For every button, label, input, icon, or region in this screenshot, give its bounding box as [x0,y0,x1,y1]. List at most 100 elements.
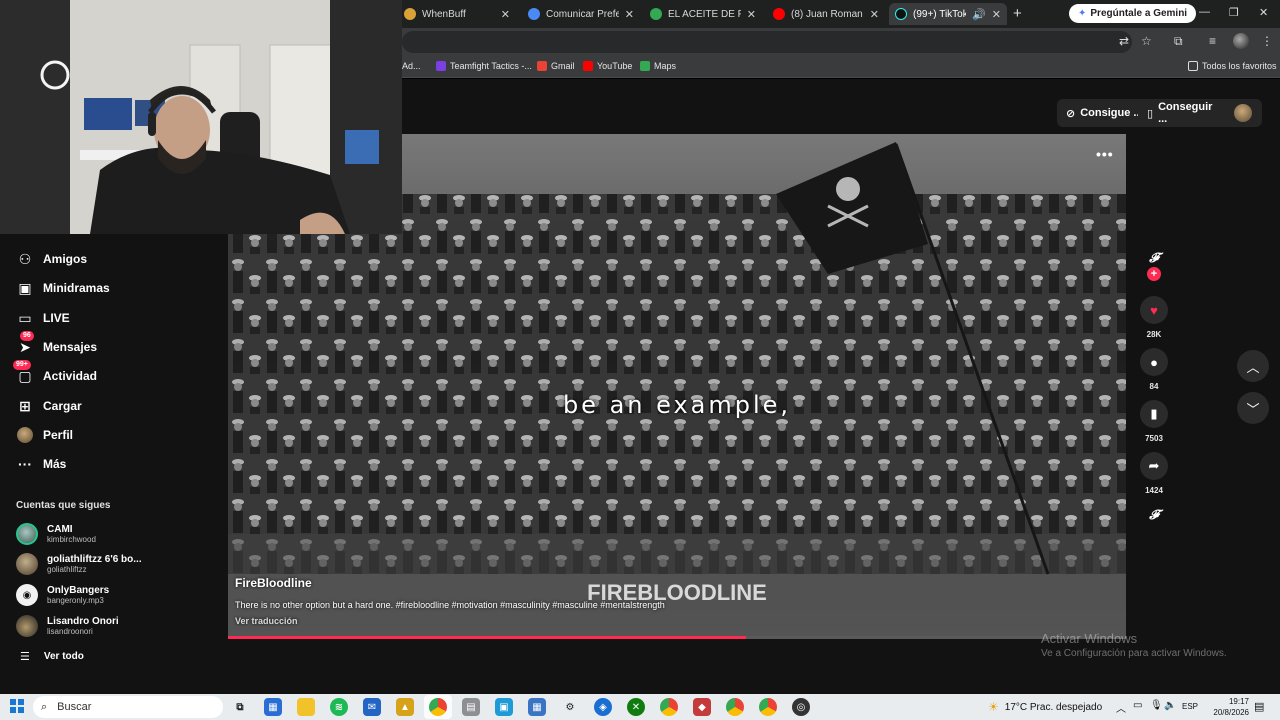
video-description: There is no other option but a hard one.… [235,600,665,610]
app-icon[interactable]: ▤ [462,698,480,716]
get-app-button[interactable]: ▯ Conseguir ... [1138,99,1224,127]
sidebar-item-label: Amigos [43,252,88,266]
file-explorer-icon[interactable] [297,698,315,716]
comment-icon[interactable]: ● [1140,348,1168,376]
comment-action[interactable]: ● 84 [1140,348,1168,391]
heart-icon[interactable]: ♥ [1140,296,1168,324]
calculator-icon[interactable]: ▦ [528,698,546,716]
tab-close-icon[interactable]: ✕ [747,8,756,21]
following-account[interactable]: Lisandro Onori lisandroonori [16,613,119,639]
tab-close-icon[interactable]: ✕ [625,8,634,21]
previous-video-button[interactable]: ︿ [1237,350,1269,382]
volume-icon[interactable]: 🔈 [1164,700,1176,711]
window-close-icon[interactable]: ✕ [1259,6,1268,19]
bookmark-item[interactable]: Ad... [402,61,421,71]
video-author[interactable]: FireBloodline [235,576,312,590]
sidebar-item-mensajes[interactable]: ➤ 96 Mensajes [16,331,97,358]
browser-tab[interactable]: EL ACEITE DE PESCAD ✕ [644,3,762,25]
share-action[interactable]: ➦ 1424 [1140,452,1168,495]
translate-icon[interactable]: ⇄ [1119,34,1129,48]
video-progress-bar[interactable] [228,636,1126,639]
mail-icon[interactable]: ✉ [363,698,381,716]
browser-menu-icon[interactable]: ⋮ [1261,34,1273,48]
sidebar-item-mas[interactable]: ··· Más [16,453,66,475]
bookmark-item[interactable]: YouTube [583,61,632,71]
app-icon[interactable]: ▲ [396,698,414,716]
spotify-icon[interactable]: ≋ [330,698,348,716]
gemini-button[interactable]: ✦ Pregúntale a Gemini [1069,4,1197,23]
app-icon[interactable]: ▣ [495,698,513,716]
following-account[interactable]: CAMI kimbirchwood [16,521,96,547]
tab-close-icon[interactable]: ✕ [992,8,1001,21]
bookmark-item[interactable]: Maps [640,61,676,71]
clock-date: 20/8/2026 [1213,708,1249,717]
browser-tab-active[interactable]: (99+) TikTok - Ma 🔊 ✕ [889,3,1007,25]
browser-tab[interactable]: (8) Juan Roman Riqu ✕ [767,3,885,25]
sidebar-item-minidramas[interactable]: ▣ Minidramas [16,277,110,299]
speaker-icon[interactable]: 🔊 [972,8,986,21]
following-account[interactable]: goliathliftzz 6'6 bo... goliathliftzz [16,551,142,577]
sidebar-item-amigos[interactable]: ⚇ Amigos [16,248,87,270]
chrome-icon[interactable] [429,698,447,716]
minimize-icon[interactable]: — [1199,6,1210,18]
all-bookmarks[interactable]: Todos los favoritos [1188,61,1277,71]
new-tab-icon[interactable]: + [1013,5,1022,22]
avatar [16,615,38,637]
upload-icon: ⊞ [19,397,31,414]
extensions-icon[interactable]: ⧉ [1174,34,1183,49]
browser-tab[interactable]: WhenBuff ✕ [398,3,516,25]
xbox-icon[interactable]: ✕ [627,698,645,716]
see-all-button[interactable]: ☰ Ver todo [20,650,84,663]
share-icon[interactable]: ➦ [1140,452,1168,480]
see-translation-link[interactable]: Ver traducción [235,616,298,626]
omnibox[interactable] [402,31,1132,53]
bookmark-star-icon[interactable]: ☆ [1141,34,1152,48]
tab-close-icon[interactable]: ✕ [870,8,879,21]
sidebar-item-label: LIVE [43,311,70,325]
store-icon[interactable]: ▦ [264,698,282,716]
sidebar-item-label: Cargar [43,399,82,413]
chrome-icon[interactable] [759,698,777,716]
chrome-icon[interactable] [726,698,744,716]
coin-icon: ⊘ [1066,107,1076,120]
sidebar-item-live[interactable]: ▭ LIVE [16,307,70,329]
restore-icon[interactable]: ❐ [1229,6,1239,19]
task-view-icon[interactable]: ⧉ [231,698,249,716]
app-icon[interactable]: ◎ [792,698,810,716]
more-options-icon[interactable]: ••• [1096,146,1114,162]
tray-app-icon[interactable]: ▭ [1133,700,1142,711]
bookmark-label: Ad... [402,61,421,71]
sidebar-item-cargar[interactable]: ⊞ Cargar [16,395,82,417]
browser-tab[interactable]: Comunicar Preferenc ✕ [522,3,640,25]
next-video-button[interactable]: ﹀ [1237,392,1269,424]
language-indicator[interactable]: ESP [1182,702,1198,711]
media-control-icon[interactable]: ≡ [1209,34,1216,48]
sidebar-item-label: Minidramas [43,281,110,295]
tab-close-icon[interactable]: ✕ [501,8,510,21]
user-avatar-button[interactable] [1224,99,1262,127]
save-action[interactable]: ▮ 7503 [1140,400,1168,443]
app-icon[interactable]: ◆ [693,698,711,716]
follow-plus-icon[interactable]: + [1147,267,1161,281]
chrome-icon[interactable] [660,698,678,716]
app-icon[interactable]: ◈ [594,698,612,716]
taskbar-search[interactable]: ⌕ Buscar [33,696,223,718]
settings-gear-icon[interactable]: ⚙ [561,698,579,716]
windows-start-icon[interactable] [10,699,24,713]
following-account[interactable]: ◉ OnlyBangers bangeronly.mp3 [16,582,109,608]
microphone-icon[interactable]: 🎙 [1150,700,1163,711]
chevron-up-icon[interactable]: ︿ [1116,700,1126,715]
bookmark-item[interactable]: Teamfight Tactics -... [436,61,532,71]
bookmark-item[interactable]: Gmail [537,61,575,71]
sidebar-item-perfil[interactable]: Perfil [16,424,73,446]
like-action[interactable]: ♥ 28K [1140,296,1168,339]
teamfight-tactics-icon [436,61,446,71]
sidebar-item-actividad[interactable]: ▢ 99+ Actividad [13,360,97,387]
notifications-icon[interactable]: ▤ [1254,700,1264,713]
weather-widget[interactable]: ☀ 17°C Prac. despejado [988,700,1102,714]
system-clock[interactable]: 19:17 20/8/2026 [1199,696,1249,718]
sound-disc-icon[interactable]: 𝓕 [1144,507,1164,525]
browser-profile-avatar[interactable] [1233,33,1249,49]
bookmark-icon[interactable]: ▮ [1140,400,1168,428]
creator-avatar[interactable]: 𝓕 [1144,250,1164,268]
